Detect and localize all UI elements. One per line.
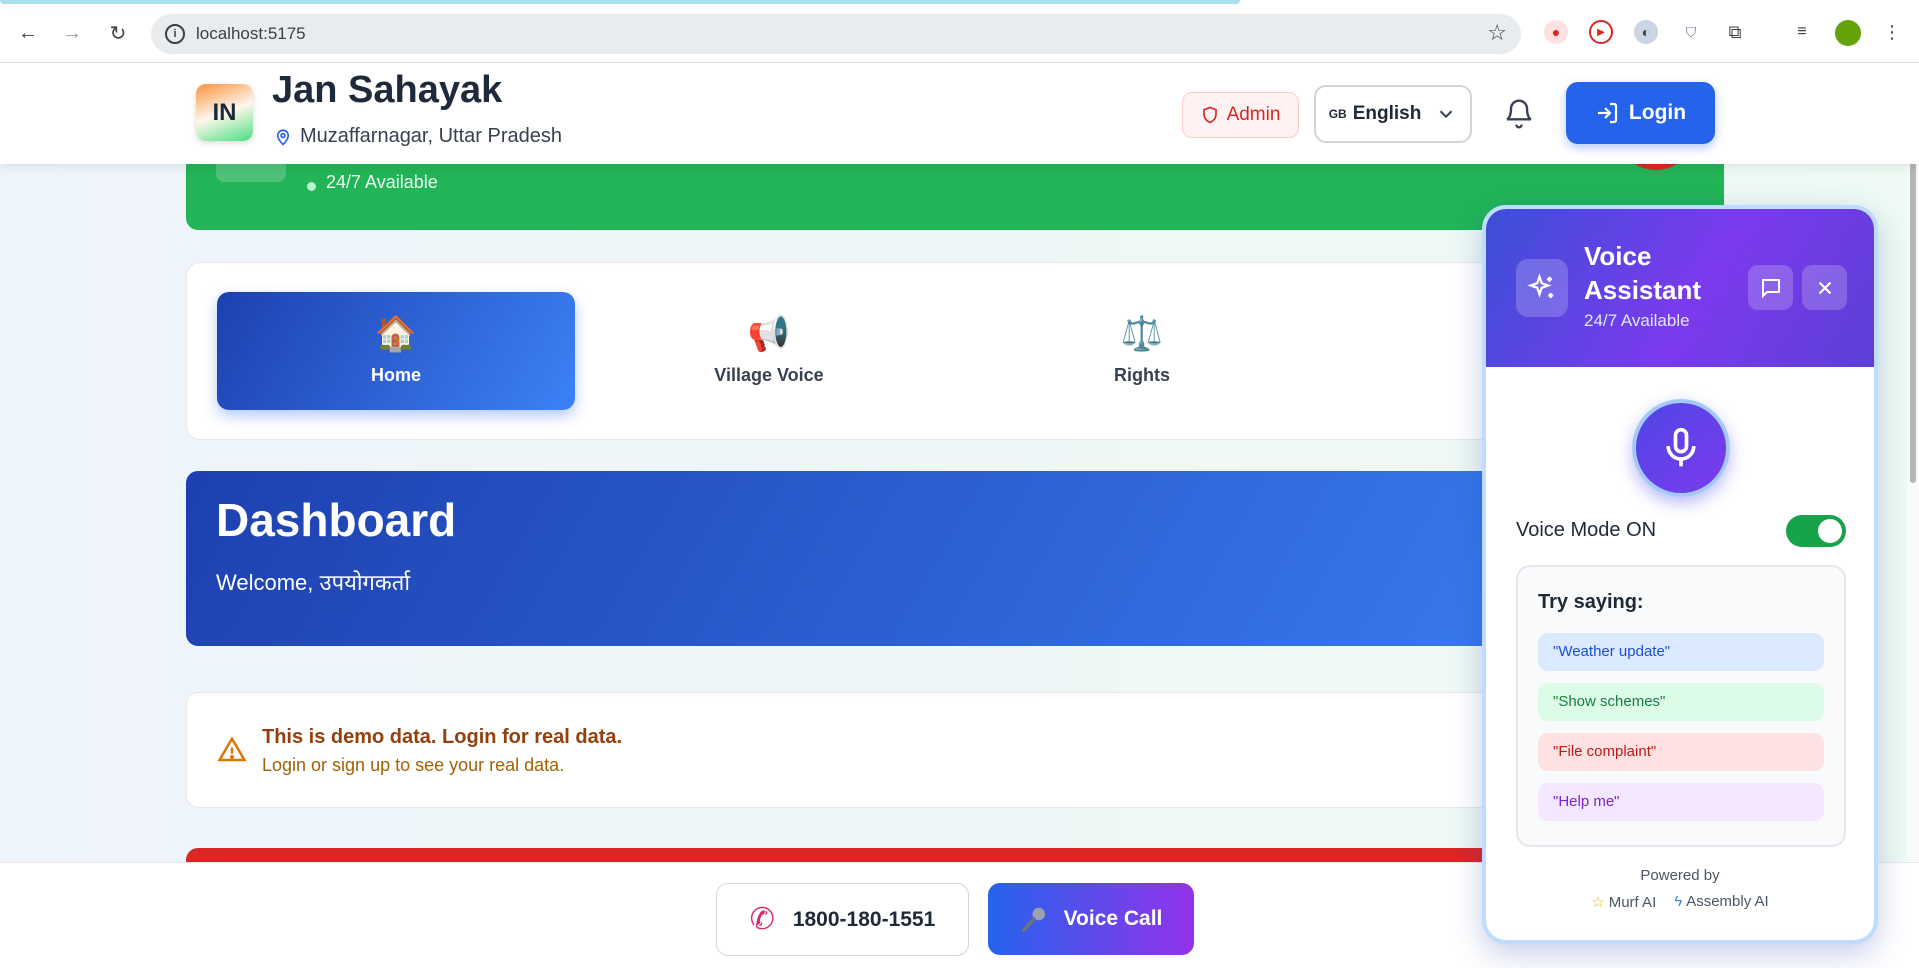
profile-avatar[interactable] [1835,20,1861,46]
voice-mic-button[interactable] [1632,399,1730,497]
warning-icon [217,736,247,762]
language-select[interactable]: GB English [1314,85,1472,143]
chat-icon[interactable] [1748,265,1793,310]
location-display: Muzaffarnagar, Uttar Pradesh [274,125,562,148]
status-dot [307,182,316,191]
extension-play-icon[interactable]: ▶ [1589,20,1613,44]
scrollbar-thumb[interactable] [1910,118,1916,483]
assistant-title: Voice Assistant [1584,241,1702,305]
bell-icon[interactable] [1503,98,1535,130]
assistant-subtitle: 24/7 Available [1584,311,1690,330]
app-title: Jan Sahayak [272,69,503,111]
login-icon [1597,102,1618,124]
url-text[interactable]: localhost:5175 [196,24,306,44]
browser-menu-icon[interactable]: ⋮ [1880,20,1904,44]
phone-number: 1800-180-1551 [792,907,936,931]
browser-chrome: ← → ↻ i localhost:5175 ☆ ● ▶ ◐ ⛉ ⧉ ≡ ⋮ [0,0,1919,63]
assistant-header: Voice Assistant 24/7 Available [1486,209,1874,367]
chevron-down-icon [1440,110,1453,119]
megaphone-icon: 📢 [747,314,791,353]
voice-call-label: Voice Call [1063,907,1163,930]
admin-button[interactable]: Admin [1182,92,1299,138]
banner-icon-box [216,164,286,182]
tab-village-voice[interactable]: 📢 Village Voice [590,292,948,410]
phone-icon: ✆ [749,903,775,936]
suggestions-box: Try saying: "Weather update" "Show schem… [1516,565,1846,847]
voice-mode-label: Voice Mode ON [1516,519,1657,541]
language-label: English [1352,103,1422,124]
extension-icon-1[interactable]: ● [1544,20,1568,44]
admin-label: Admin [1226,104,1281,125]
credits: ☆ Murf AI ϟ Assembly AI [1486,893,1874,911]
site-info-icon[interactable]: i [165,24,185,44]
suggestion-chip[interactable]: "File complaint" [1538,733,1824,771]
suggestions-heading: Try saying: [1538,591,1644,613]
suggestion-chip[interactable]: "Weather update" [1538,633,1824,671]
location-text: Muzaffarnagar, Uttar Pradesh [300,125,562,147]
extension-shield-icon[interactable]: ⛉ [1679,20,1703,44]
tab-label: Rights [1114,364,1170,385]
welcome-text: Welcome, उपयोगकर्ता [216,570,411,595]
shield-icon [1202,106,1217,124]
close-icon[interactable] [1802,265,1847,310]
house-icon: 🏠 [374,314,418,353]
map-pin-icon [276,129,290,146]
star-icon: ☆ [1591,894,1605,911]
notice-subtext: Login or sign up to see your real data. [262,755,565,775]
credit-assembly: Assembly AI [1686,893,1769,910]
login-button[interactable]: Login [1566,82,1715,144]
page-scrollbar[interactable] [1907,63,1919,968]
tab-home[interactable]: 🏠 Home [217,292,575,410]
flag-icon: GB [1328,107,1347,121]
login-label: Login [1628,101,1687,124]
sparkles-icon [1516,259,1568,317]
app-logo[interactable]: IN [196,84,253,141]
page-title: Dashboard [216,494,457,546]
app-header: IN Jan Sahayak Muzaffarnagar, Uttar Prad… [0,63,1919,164]
voice-assistant-panel: Voice Assistant 24/7 Available Voice Mod… [1482,205,1878,944]
scales-icon: ⚖️ [1120,314,1164,353]
toggle-knob [1818,519,1842,543]
tab-strip-indicator [0,0,1240,4]
notice-heading: This is demo data. Login for real data. [262,726,623,748]
banner-availability: 24/7 Available [326,172,438,192]
powered-by-text: Powered by [1640,867,1720,884]
microphone-icon [1021,907,1045,933]
lightning-icon: ϟ [1674,893,1683,910]
tab-label: Village Voice [714,364,824,385]
credit-murf: Murf AI [1608,894,1657,911]
forward-icon[interactable]: → [58,19,86,47]
bookmark-star-icon[interactable]: ☆ [1487,20,1507,46]
suggestion-chip[interactable]: "Help me" [1538,783,1824,821]
tab-label: Home [370,364,421,385]
helpline-call-button[interactable]: ✆ 1800-180-1551 [716,883,969,956]
suggestion-chip[interactable]: "Show schemes" [1538,683,1824,721]
voice-mode-toggle[interactable] [1786,515,1846,547]
microphone-icon [1666,427,1696,467]
reload-icon[interactable]: ↻ [104,19,132,47]
tab-rights[interactable]: ⚖️ Rights [963,292,1321,410]
extension-icon-3[interactable]: ◐ [1634,20,1658,44]
extensions-puzzle-icon[interactable]: ⧉ [1723,20,1747,44]
sos-button[interactable] [1616,164,1696,170]
back-icon[interactable]: ← [14,19,42,47]
media-control-icon[interactable]: ≡ [1790,20,1814,44]
address-bar[interactable]: i localhost:5175 ☆ [151,14,1521,54]
voice-call-button[interactable]: Voice Call [988,883,1194,955]
